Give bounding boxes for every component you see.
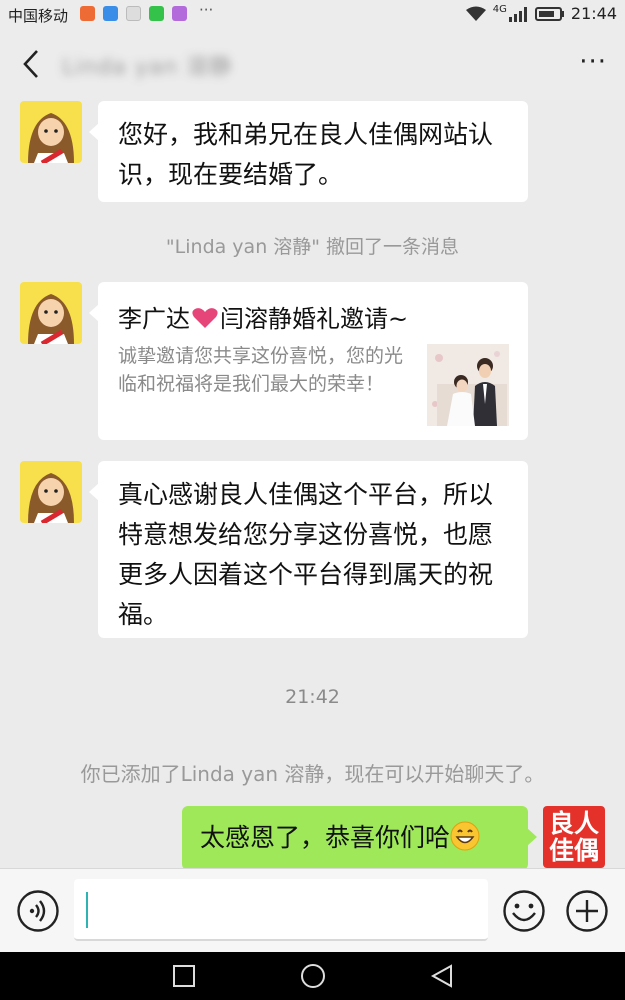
status-bar: 中国移动 ··· 4G 21:44 bbox=[0, 0, 625, 28]
more-options-button[interactable]: ··· bbox=[579, 49, 607, 75]
carrier-name: 中国移动 bbox=[8, 7, 69, 25]
triangle-icon[interactable] bbox=[430, 964, 454, 988]
app-notification-icon bbox=[80, 6, 95, 21]
status-right: 4G 21:44 bbox=[465, 4, 617, 23]
my-avatar[interactable]: 良人 佳偶 bbox=[543, 806, 605, 868]
card-description: 诚挚邀请您共享这份喜悦，您的光临和祝福将是我们最大的荣幸！ bbox=[118, 345, 404, 395]
wifi-icon bbox=[465, 6, 486, 21]
emoji-icon[interactable] bbox=[502, 889, 546, 933]
text-cursor bbox=[86, 892, 88, 928]
card-title: 李广达 闫溶静婚礼邀请~ bbox=[118, 299, 408, 339]
message-text: 真心感谢良人佳偶这个平台，所以特意想发给您分享这份喜悦，也愿更多人因着这个平台得… bbox=[118, 480, 494, 629]
gallery-notification-icon bbox=[172, 6, 187, 21]
circle-icon[interactable] bbox=[300, 963, 326, 989]
chat-screen: 中国移动 ··· 4G 21:44 Linda yan 溶静 ··· 您好，我和… bbox=[0, 0, 625, 1000]
system-nav-bar bbox=[0, 952, 625, 1000]
friend-added-notice: 你已添加了Linda yan 溶静，现在可以开始聊天了。 bbox=[80, 762, 545, 786]
heart-icon bbox=[192, 308, 218, 328]
network-type: 4G bbox=[492, 4, 507, 15]
card-title-part1: 李广达 bbox=[118, 305, 190, 333]
contact-avatar[interactable] bbox=[20, 282, 82, 344]
clock: 21:44 bbox=[570, 4, 617, 23]
input-bar bbox=[0, 868, 625, 952]
timestamp: 21:42 bbox=[285, 686, 340, 708]
message-input[interactable] bbox=[74, 879, 488, 941]
jesus-avatar-icon bbox=[20, 101, 82, 163]
more-notifications-icon: ··· bbox=[199, 1, 214, 19]
jesus-avatar-icon bbox=[20, 282, 82, 344]
chat-header: Linda yan 溶静 ··· bbox=[0, 28, 625, 100]
card-title-part2: 闫溶静婚礼邀请~ bbox=[220, 305, 409, 333]
message-text: 太感恩了，恭喜你们哈 bbox=[200, 823, 451, 852]
signal-icon bbox=[508, 6, 527, 22]
wedding-photo bbox=[427, 344, 509, 426]
plus-icon[interactable] bbox=[565, 889, 609, 933]
chevron-left-icon[interactable] bbox=[20, 48, 42, 80]
grin-emoji-icon bbox=[450, 821, 480, 851]
contact-avatar[interactable] bbox=[20, 461, 82, 523]
logo-line2: 佳偶 bbox=[548, 836, 599, 865]
wechat-notification-icon bbox=[149, 6, 164, 21]
incoming-message[interactable]: 真心感谢良人佳偶这个平台，所以特意想发给您分享这份喜悦，也愿更多人因着这个平台得… bbox=[89, 461, 528, 638]
message-notification-icon bbox=[103, 6, 118, 21]
logo-line1: 良人 bbox=[548, 809, 599, 838]
square-icon[interactable] bbox=[172, 964, 196, 988]
text-notification-icon bbox=[126, 6, 141, 21]
chat-title: Linda yan 溶静 bbox=[62, 55, 233, 80]
wedding-photo-image bbox=[427, 344, 509, 426]
invitation-card[interactable]: 李广达 闫溶静婚礼邀请~ 诚挚邀请您共享这份喜悦，您的光临和祝福将是我们最大的荣幸… bbox=[89, 282, 528, 440]
voice-icon[interactable] bbox=[16, 889, 60, 933]
contact-avatar[interactable] bbox=[20, 101, 82, 163]
message-text: 您好，我和弟兄在良人佳偶网站认识，现在要结婚了。 bbox=[118, 120, 494, 189]
jesus-avatar-icon bbox=[20, 461, 82, 523]
incoming-message[interactable]: 您好，我和弟兄在良人佳偶网站认识，现在要结婚了。 bbox=[89, 101, 528, 202]
battery-icon bbox=[534, 6, 564, 21]
recall-notice: "Linda yan 溶静" 撤回了一条消息 bbox=[165, 236, 460, 258]
outgoing-message[interactable]: 太感恩了，恭喜你们哈 bbox=[182, 806, 537, 870]
